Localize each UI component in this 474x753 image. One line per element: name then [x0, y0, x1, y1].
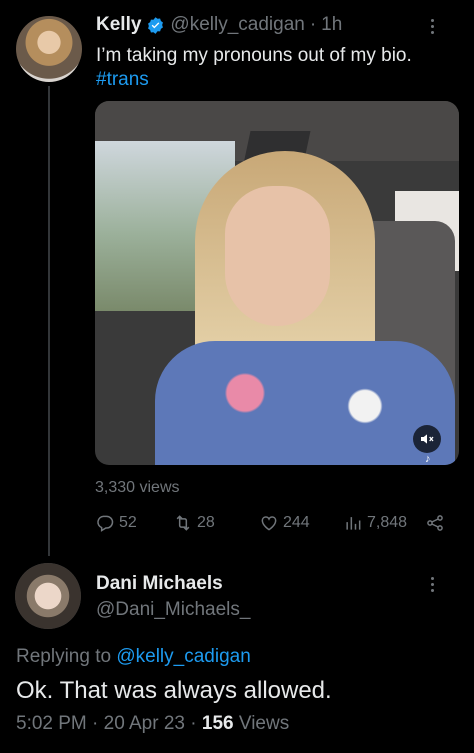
retweet-icon: [176, 515, 190, 531]
reply-timestamp[interactable]: 5:02 PM · 20 Apr 23 ·: [16, 713, 197, 734]
more-dots-icon[interactable]: [422, 572, 442, 596]
sound-muted-icon[interactable]: [413, 425, 441, 453]
tweet-video[interactable]: ♪: [95, 101, 459, 465]
separator-dot: ·: [309, 14, 317, 35]
reply-author-name[interactable]: Dani Michaels: [96, 573, 223, 595]
reply-meta: 5:02 PM · 20 Apr 23 · 156 Views: [16, 713, 289, 735]
reply-count: 52: [119, 514, 137, 531]
more-dots-icon[interactable]: [422, 14, 442, 38]
tiktok-logo-icon: ♪: [425, 453, 431, 465]
retweet-button[interactable]: 28: [173, 513, 215, 533]
tweet-header: Kelly @kelly_cadigan · 1h: [96, 14, 342, 36]
reply-views-label: Views: [238, 713, 290, 734]
avatar-kelly[interactable]: [16, 16, 82, 82]
author-handle[interactable]: @kelly_cadigan: [170, 14, 304, 36]
heart-icon: [261, 516, 277, 531]
reply-icon: [97, 515, 114, 532]
original-tweet[interactable]: Kelly @kelly_cadigan · 1h I’m taking my …: [0, 0, 474, 556]
reply-author-handle[interactable]: @Dani_Michaels_: [96, 599, 250, 621]
reply-tweet[interactable]: Dani Michaels @Dani_Michaels_ Replying t…: [0, 556, 474, 753]
replying-mention-link[interactable]: @kelly_cadigan: [116, 646, 250, 667]
author-name[interactable]: Kelly: [96, 14, 141, 36]
bar-chart-icon: [346, 517, 361, 530]
video-views: 3,330 views: [95, 479, 180, 496]
reply-text: Ok. That was always allowed.: [16, 677, 332, 704]
retweet-count: 28: [197, 514, 215, 531]
verified-badge-icon: [146, 16, 165, 35]
replying-to-line: Replying to @kelly_cadigan: [16, 646, 251, 668]
avatar-dani[interactable]: [15, 563, 81, 629]
share-icon: [427, 515, 443, 531]
tweet-text: I’m taking my pronouns out of my bio.: [96, 45, 412, 66]
tweet-actions-bar: 52 28 244 7,848: [95, 513, 455, 537]
hashtag-link[interactable]: #trans: [96, 69, 149, 91]
reply-button[interactable]: 52: [95, 513, 137, 533]
reply-views-count: 156: [201, 713, 234, 734]
like-button[interactable]: 244: [259, 513, 310, 533]
share-button[interactable]: [425, 513, 445, 533]
tweet-time[interactable]: 1h: [321, 14, 342, 36]
like-count: 244: [283, 514, 310, 531]
views-count: 7,848: [367, 514, 408, 531]
thread-connector-line: [48, 86, 50, 556]
views-button[interactable]: 7,848: [343, 513, 407, 533]
video-person: [225, 186, 330, 326]
replying-prefix: Replying to: [16, 646, 112, 667]
